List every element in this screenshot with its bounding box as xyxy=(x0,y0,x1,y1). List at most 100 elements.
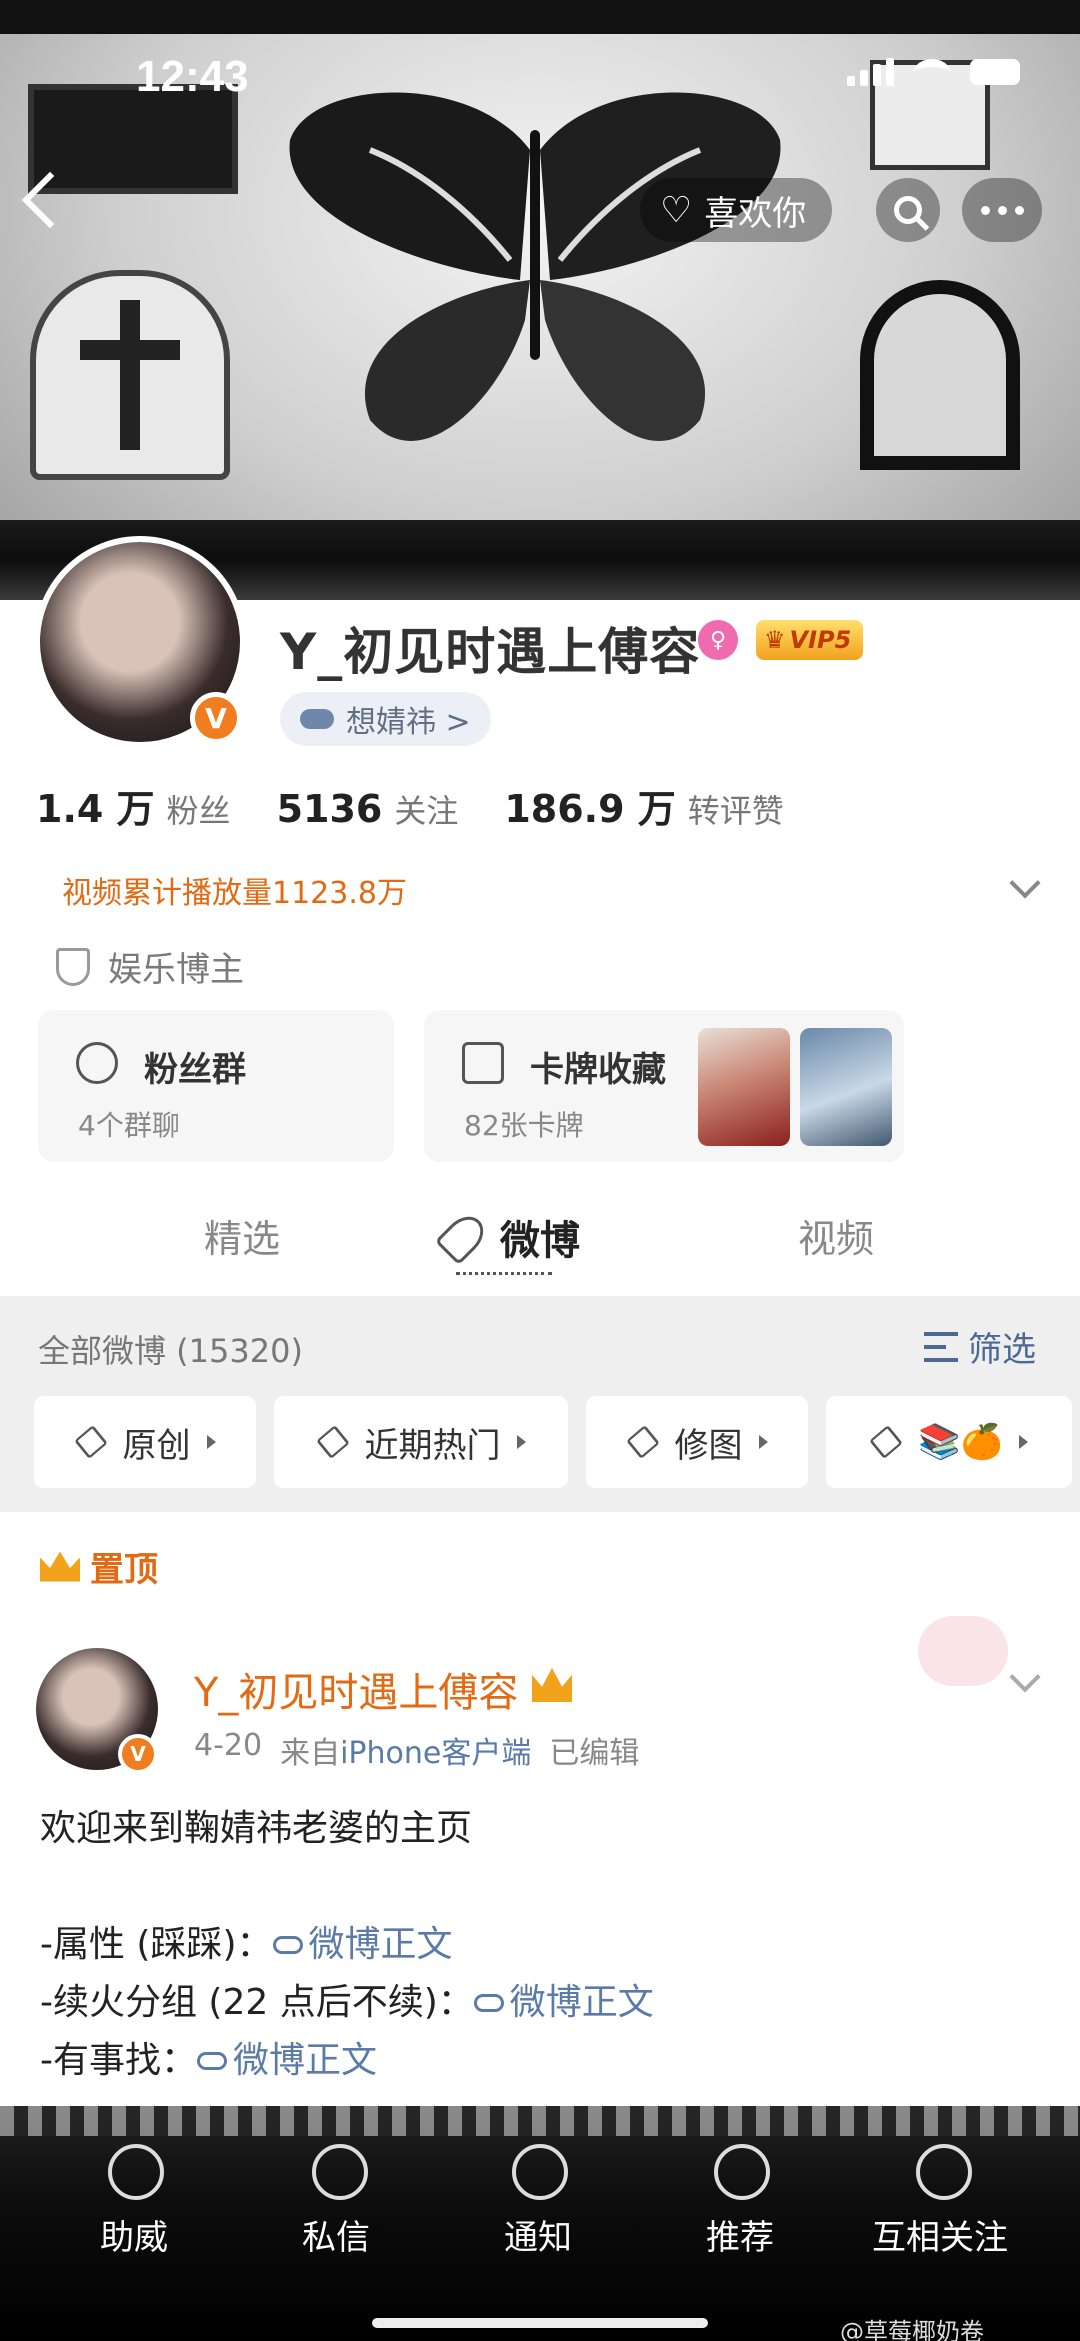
nav-messages[interactable]: 私信 xyxy=(302,2210,370,2259)
tab-video[interactable]: 视频 xyxy=(798,1208,874,1263)
status-icons xyxy=(847,58,1020,86)
more-dot-icon xyxy=(1014,205,1024,215)
stat-followers[interactable]: 1.4 万 粉丝 xyxy=(36,778,231,833)
all-posts-count: 全部微博 (15320) xyxy=(38,1332,303,1370)
link-cloud-icon xyxy=(197,2052,227,2070)
link-cloud-icon xyxy=(272,1936,303,1954)
caret-right-icon xyxy=(1018,1435,1028,1449)
fans-group-title: 粉丝群 xyxy=(144,1050,246,1090)
chevron-down-icon[interactable] xyxy=(1009,1661,1041,1693)
weibo-text-link[interactable]: 微博正文 xyxy=(272,1916,453,1974)
caret-right-icon xyxy=(758,1435,768,1449)
nav-notifications[interactable]: 通知 xyxy=(504,2210,572,2259)
tab-featured[interactable]: 精选 xyxy=(204,1208,280,1263)
recommend-icon xyxy=(714,2144,770,2200)
chip-emoji-group[interactable]: 📚🍊 xyxy=(826,1396,1072,1488)
tab-weibo[interactable]: 微博 xyxy=(500,1208,580,1266)
nav-mutual-follow[interactable]: 互相关注 xyxy=(872,2210,1008,2259)
crown-icon: ♛ xyxy=(764,626,786,654)
verified-badge-icon: V xyxy=(118,1734,158,1774)
cross-decoration-bar xyxy=(80,340,180,360)
vip-label: VIP5 xyxy=(789,626,852,654)
vip-badge[interactable]: ♛ VIP5 xyxy=(756,620,864,660)
banner-top-border xyxy=(0,0,1080,34)
layers-icon xyxy=(625,1425,660,1459)
card-collection-title: 卡牌收藏 xyxy=(530,1050,666,1090)
crown-icon xyxy=(40,1551,80,1582)
chip-label: 原创 xyxy=(122,1425,191,1466)
hourglass-icon xyxy=(916,2144,972,2200)
arch-door-decoration xyxy=(860,280,1020,470)
chip-label: 近期热门 xyxy=(364,1425,501,1466)
stat-label: 粉丝 xyxy=(166,792,231,830)
post-source-wrap: 来自iPhone客户端 xyxy=(280,1728,531,1772)
battery-icon xyxy=(970,59,1020,85)
like-button[interactable]: ♡ 喜欢你 xyxy=(640,178,833,242)
home-indicator xyxy=(372,2318,708,2328)
stat-label: 转评赞 xyxy=(687,792,784,830)
chip-photo-edit[interactable]: 修图 xyxy=(586,1396,808,1488)
video-plays-total: 视频累计播放量1123.8万 xyxy=(62,876,407,911)
filter-button[interactable]: 筛选 xyxy=(924,1322,1036,1371)
weibo-text-link[interactable]: 微博正文 xyxy=(473,1974,654,2032)
stat-value: 186.9 万 xyxy=(504,787,676,831)
mood-status-text: 想婧祎 > xyxy=(346,705,471,740)
bunny-sticker-icon xyxy=(918,1616,1008,1686)
post-date: 4-20 xyxy=(194,1728,263,1763)
nav-recommend[interactable]: 推荐 xyxy=(706,2210,774,2259)
cheer-icon xyxy=(108,2144,164,2200)
card-collection-card[interactable]: 卡牌收藏 82张卡牌 xyxy=(424,1010,904,1162)
creator-tag-label: 娱乐博主 xyxy=(108,950,244,990)
chip-original[interactable]: 原创 xyxy=(34,1396,256,1488)
caret-right-icon xyxy=(206,1435,216,1449)
feature-cards: 粉丝群 4个群聊 卡牌收藏 82张卡牌 xyxy=(38,1010,904,1162)
watermark: @草莓椰奶卷 xyxy=(840,2318,984,2341)
chip-label: 修图 xyxy=(674,1425,743,1466)
layers-icon xyxy=(315,1425,350,1459)
chip-label: 📚🍊 xyxy=(918,1422,1003,1462)
notification-icon xyxy=(512,2144,568,2200)
weibo-text-link[interactable]: 微博正文 xyxy=(197,2032,377,2090)
post-author-name[interactable]: Y_初见时遇上傅容 xyxy=(194,1660,518,1718)
active-tab-indicator xyxy=(456,1272,552,1278)
butterfly-illustration xyxy=(289,92,781,441)
post-spacer xyxy=(40,1858,654,1916)
fans-group-card[interactable]: 粉丝群 4个群聊 xyxy=(38,1010,394,1162)
post-line-prefix: -属性 (踩踩)： xyxy=(40,1924,273,1965)
post-line-prefix: -有事找： xyxy=(40,2040,197,2081)
nav-cheer[interactable]: 助威 xyxy=(100,2210,168,2259)
link-label: 微博正文 xyxy=(509,1982,654,2023)
stat-following[interactable]: 5136 关注 xyxy=(277,786,459,832)
profile-stats: 1.4 万 粉丝 5136 关注 186.9 万 转评赞 xyxy=(36,778,784,833)
card-collection-subtitle: 82张卡牌 xyxy=(464,1109,584,1142)
link-label: 微博正文 xyxy=(233,2040,378,2081)
group-icon xyxy=(76,1042,118,1084)
status-time: 12:43 xyxy=(136,52,249,101)
vip-crown-icon xyxy=(532,1668,572,1702)
stat-value: 5136 xyxy=(276,787,383,831)
caret-right-icon xyxy=(516,1435,526,1449)
fans-group-subtitle: 4个群聊 xyxy=(78,1109,180,1142)
feed-filter-area: 全部微博 (15320) 筛选 原创 近期热门 修图 📚🍊 xyxy=(0,1296,1080,1512)
post-source[interactable]: iPhone客户端 xyxy=(340,1736,531,1771)
filter-icon xyxy=(924,1331,958,1362)
search-button[interactable] xyxy=(876,178,940,242)
lace-border-decoration xyxy=(0,2106,1080,2136)
post-source-prefix: 来自 xyxy=(280,1736,341,1771)
chip-recent-hot[interactable]: 近期热门 xyxy=(274,1396,568,1488)
mood-status-pill[interactable]: 想婧祎 > xyxy=(280,692,491,746)
post-text-line: -续火分组 (22 点后不续)： 微博正文 xyxy=(40,1974,654,2032)
female-gender-icon: ♀ xyxy=(698,620,738,660)
search-icon xyxy=(894,196,922,224)
stat-interactions[interactable]: 186.9 万 转评赞 xyxy=(504,778,783,833)
creator-tag[interactable]: 娱乐博主 xyxy=(56,942,244,991)
more-button[interactable] xyxy=(962,178,1042,242)
card-thumbnail xyxy=(800,1028,892,1146)
link-cloud-icon xyxy=(473,1994,504,2012)
layers-icon xyxy=(869,1425,903,1459)
shield-icon xyxy=(56,947,90,986)
pinned-text: 置顶 xyxy=(90,1550,158,1590)
wifi-icon xyxy=(914,59,950,85)
layers-icon xyxy=(73,1425,108,1459)
profile-tabs: 精选 微博 视频 xyxy=(0,1180,1080,1290)
